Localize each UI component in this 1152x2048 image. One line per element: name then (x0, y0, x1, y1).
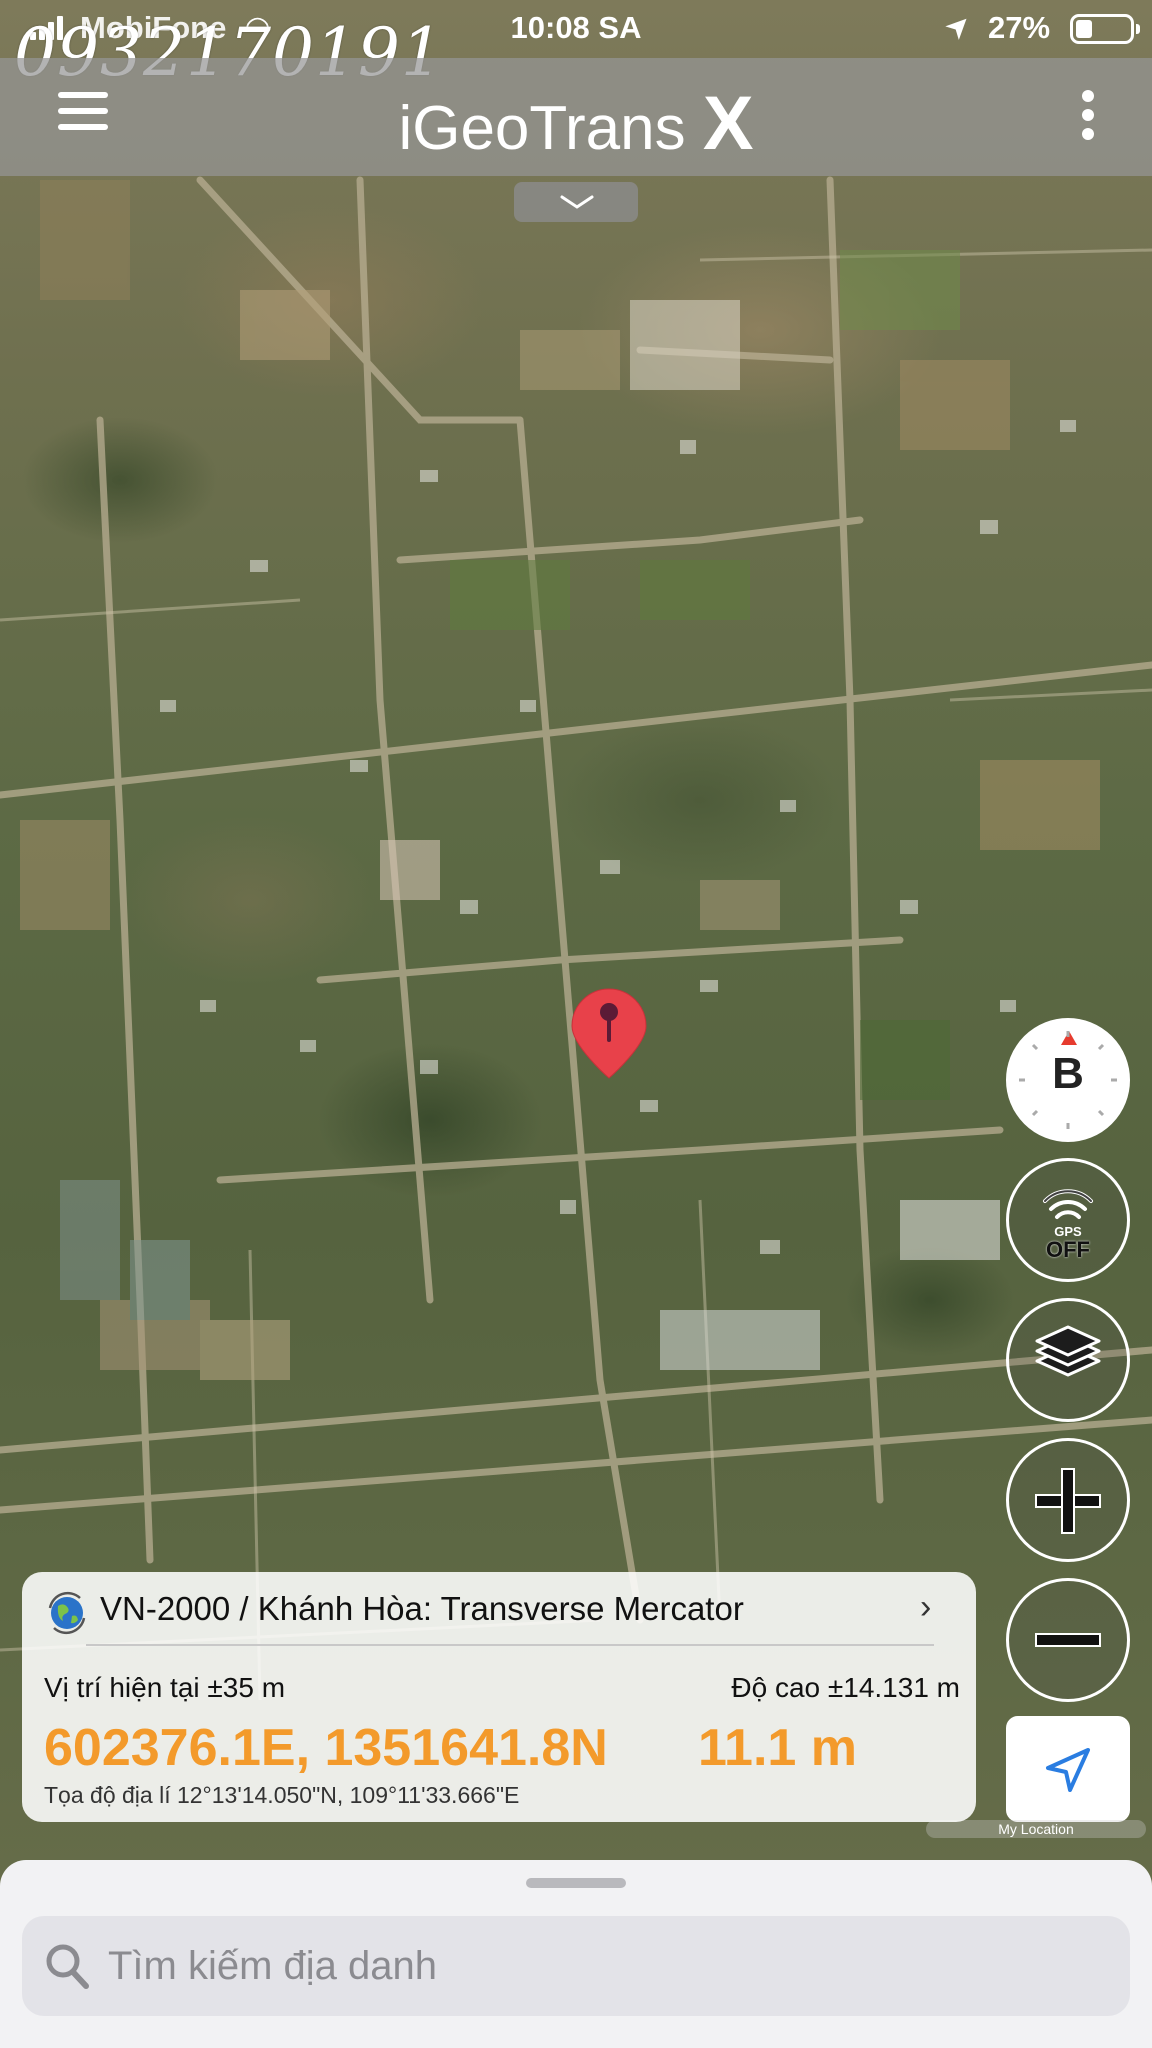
my-location-button[interactable] (1006, 1716, 1130, 1822)
search-input[interactable] (108, 1934, 1108, 1998)
zoom-out-icon (1035, 1633, 1101, 1647)
coordinate-info-card: VN-2000 / Khánh Hòa: Transverse Mercator… (22, 1572, 976, 1822)
zoom-out-button[interactable] (1006, 1578, 1130, 1702)
sheet-grabber[interactable] (526, 1878, 626, 1888)
position-accuracy-label: Vị trí hiện tại ±35 m (44, 1672, 286, 1703)
compass-label: B (1052, 1049, 1084, 1098)
chevron-right-icon[interactable]: › (920, 1588, 931, 1627)
altitude-value: 11.1 m (698, 1719, 858, 1777)
navigation-arrow-icon (1046, 1748, 1090, 1792)
app-header: iGeoTrans X (0, 58, 1152, 176)
globe-icon (48, 1591, 86, 1635)
layers-button[interactable] (1006, 1298, 1130, 1422)
app-title-suffix: X (702, 81, 754, 166)
gps-state-label: OFF (1046, 1237, 1090, 1262)
search-bar[interactable] (22, 1916, 1130, 2016)
altitude-accuracy-label: Độ cao ±14.131 m (731, 1672, 960, 1703)
zoom-in-button[interactable] (1006, 1438, 1130, 1562)
layers-icon (1035, 1325, 1101, 1377)
bottom-sheet (0, 1860, 1152, 2048)
geographic-coordinates: Tọa độ địa lí 12°13'14.050"N, 109°11'33.… (44, 1782, 520, 1808)
gps-status: GPS OFF (1009, 1225, 1127, 1261)
gps-toggle-button[interactable]: GPS OFF (1006, 1158, 1130, 1282)
battery-percent: 27% (988, 10, 1051, 45)
app-title: iGeoTrans X (0, 80, 1152, 167)
app-title-text: iGeoTrans (398, 94, 686, 163)
projected-coordinates: 602376.1E, 1351641.8N (44, 1719, 608, 1777)
chevron-down-icon (560, 195, 594, 209)
crs-selector[interactable]: VN-2000 / Khánh Hòa: Transverse Mercator (100, 1590, 744, 1628)
my-location-label: My Location (926, 1820, 1146, 1838)
more-icon[interactable] (1082, 90, 1094, 140)
compass-button[interactable]: B (1006, 1018, 1130, 1142)
battery-icon (1070, 14, 1140, 44)
card-divider (86, 1644, 934, 1646)
collapse-header-button[interactable] (514, 182, 638, 222)
search-icon (46, 1944, 89, 1989)
map-pin-icon[interactable] (568, 988, 650, 1080)
zoom-in-icon (1035, 1468, 1101, 1534)
